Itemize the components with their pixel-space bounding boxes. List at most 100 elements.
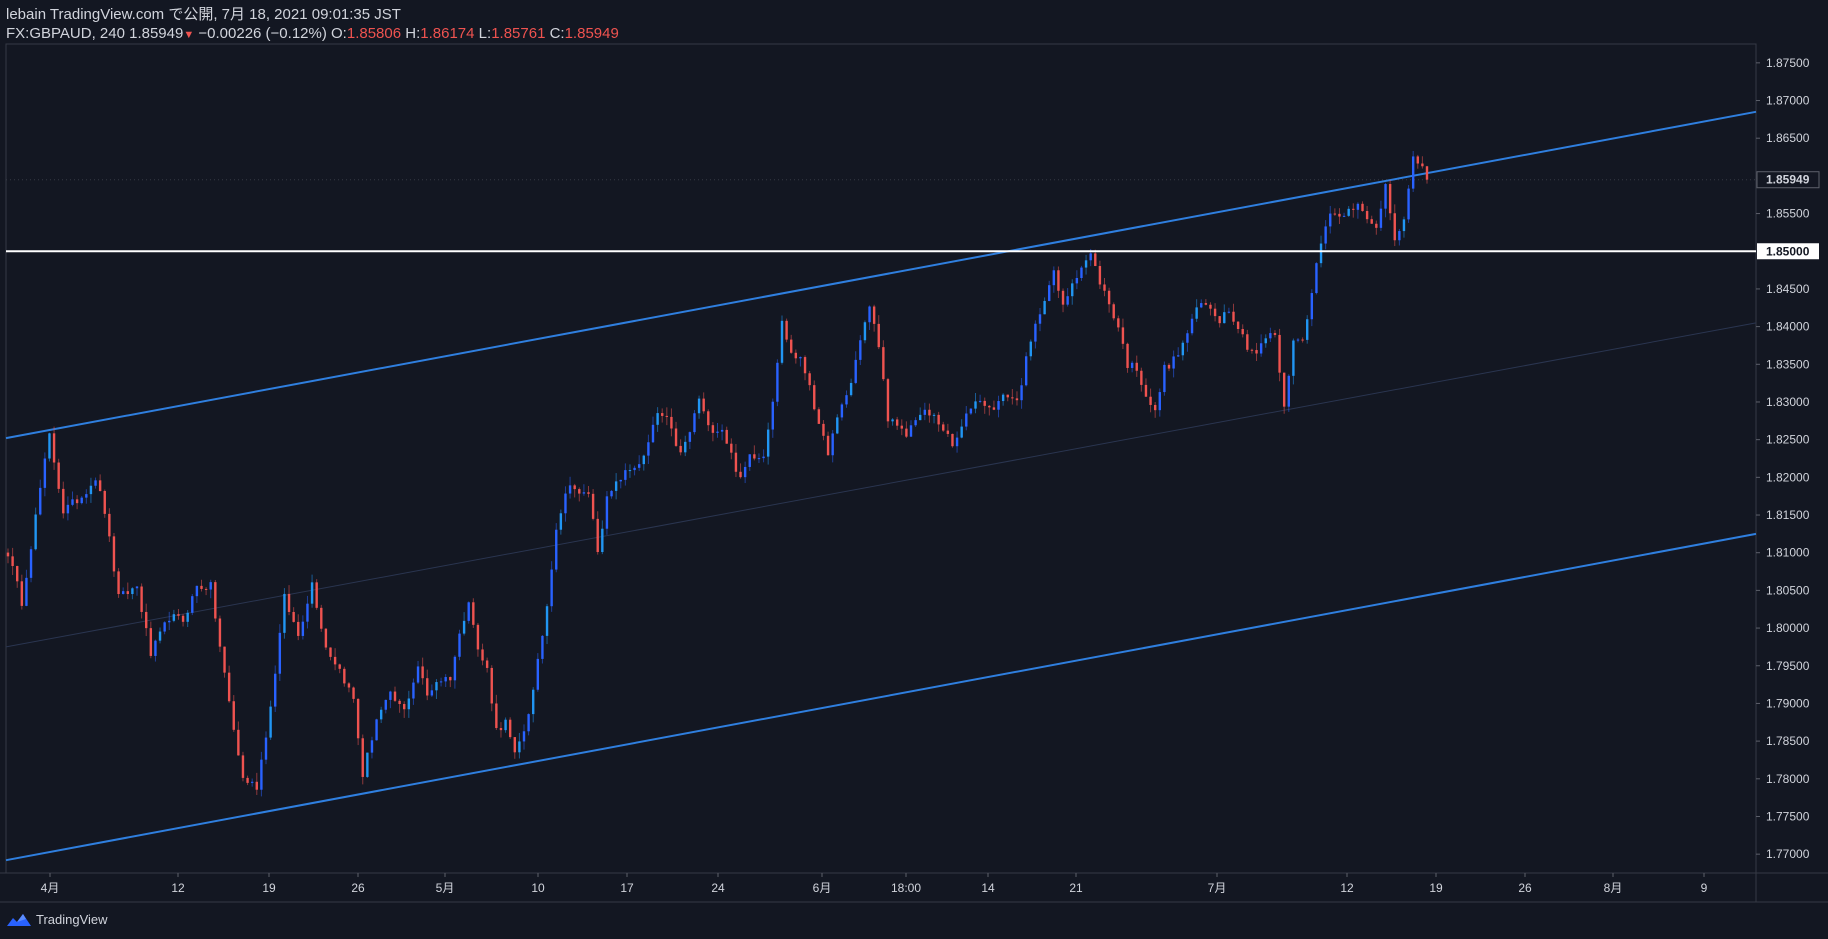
candle-body: [587, 492, 590, 494]
candle-body: [1393, 213, 1396, 241]
candle-body: [1158, 392, 1161, 411]
candle-body: [794, 352, 798, 359]
candle-body: [702, 398, 705, 412]
candle-body: [591, 493, 595, 519]
candle-body: [605, 496, 609, 529]
price-axis[interactable]: 1.87500 1.87000 1.86500 1.85949 1.85500 1.850…: [1756, 56, 1820, 861]
time-axis[interactable]: 4月 12 19 26 5月 10 17 24 6月 18:00 14 21 7月 12 19 26 8月 9: [41, 873, 1708, 895]
candle-body: [237, 729, 240, 756]
candle-body: [393, 691, 397, 701]
candle-body: [785, 320, 788, 340]
candle-body: [1388, 184, 1392, 214]
candle-body: [1287, 375, 1290, 407]
candle-body: [43, 458, 47, 488]
candle-body: [1204, 303, 1208, 305]
candle-body: [347, 683, 351, 688]
candle-body: [301, 621, 305, 636]
candle-body: [227, 672, 231, 702]
channel-upper-line: [5, 110, 1757, 440]
candle-body: [822, 423, 825, 436]
candle-body: [140, 586, 143, 612]
candle-body: [121, 591, 125, 595]
candle-body: [1402, 219, 1406, 232]
candle-body: [1001, 394, 1005, 402]
candle-body: [674, 428, 678, 446]
candle-body: [905, 428, 908, 437]
candle-body: [57, 462, 60, 489]
candle-body: [1301, 339, 1304, 341]
candle-body: [421, 666, 424, 679]
candle-body: [1167, 364, 1171, 369]
candle-body: [1218, 316, 1221, 324]
candle-body: [757, 458, 761, 460]
candle-body: [1416, 156, 1419, 164]
candle-body: [532, 689, 535, 715]
candle-body: [1223, 312, 1226, 324]
candle-body: [1315, 263, 1318, 294]
y-tick-label: 1.87500: [1766, 56, 1810, 70]
candles: [6, 150, 1429, 797]
parallel-channel[interactable]: [5, 110, 1757, 862]
candle-body: [845, 395, 848, 405]
candle-body: [1186, 333, 1189, 343]
candle-body: [1259, 343, 1263, 354]
x-tick-label: 24: [711, 881, 725, 895]
candle-body: [1365, 211, 1369, 220]
candle-body: [813, 385, 816, 410]
candle-body: [895, 419, 899, 426]
candle-body: [651, 424, 655, 443]
chart-borders: [0, 43, 1828, 903]
candle-body: [508, 719, 512, 738]
candle-body: [1356, 203, 1360, 210]
candle-body: [75, 499, 79, 504]
candle-body: [743, 466, 747, 478]
candle-body: [264, 737, 268, 760]
candle-body: [863, 322, 867, 341]
candle-body: [992, 407, 996, 410]
candle-body: [670, 416, 673, 429]
candle-body: [1324, 226, 1327, 244]
candle-body: [1209, 304, 1212, 309]
x-tick-label: 10: [531, 881, 545, 895]
y-tick-label: 1.85949: [1766, 173, 1810, 187]
candle-body: [168, 620, 171, 623]
candle-body: [343, 668, 346, 684]
channel-middle-line: [5, 322, 1757, 648]
candle-body: [1384, 184, 1387, 209]
candle-body: [1338, 213, 1341, 217]
candle-body: [817, 409, 821, 424]
candle-body: [1080, 267, 1083, 279]
candle-body: [582, 492, 586, 494]
candle-body: [1015, 398, 1019, 401]
y-tick-label: 1.78000: [1766, 772, 1810, 786]
y-tick-label: 1.80500: [1766, 583, 1810, 597]
y-tick-label: 1.87000: [1766, 94, 1810, 108]
y-tick-label: 1.81500: [1766, 508, 1810, 522]
candle-body: [555, 529, 558, 570]
candle-body: [241, 755, 245, 778]
candle-body: [232, 701, 235, 730]
candle-body: [472, 602, 475, 625]
candle-body: [1407, 188, 1410, 220]
candle-body: [900, 425, 903, 429]
candle-body: [1121, 327, 1125, 344]
candle-body: [315, 582, 318, 608]
candle-body: [16, 566, 19, 582]
candle-body: [877, 323, 880, 348]
candle-body: [1149, 396, 1152, 405]
candle-body: [1117, 318, 1120, 328]
candle-body: [1319, 243, 1323, 264]
candle-body: [172, 614, 176, 621]
candle-body: [499, 728, 503, 731]
candle-body: [444, 677, 447, 682]
candle-body: [545, 606, 549, 636]
x-tick-label: 6月: [813, 881, 832, 895]
candle-body: [1024, 356, 1028, 386]
candle-body: [766, 429, 770, 457]
chart-canvas[interactable]: 1.87500 1.87000 1.86500 1.85949 1.85500 1.850…: [0, 0, 1828, 939]
candle-body: [467, 602, 470, 621]
candle-body: [379, 709, 383, 720]
candle-body: [1195, 307, 1198, 319]
candle-body: [66, 504, 70, 514]
candle-body: [688, 432, 692, 442]
